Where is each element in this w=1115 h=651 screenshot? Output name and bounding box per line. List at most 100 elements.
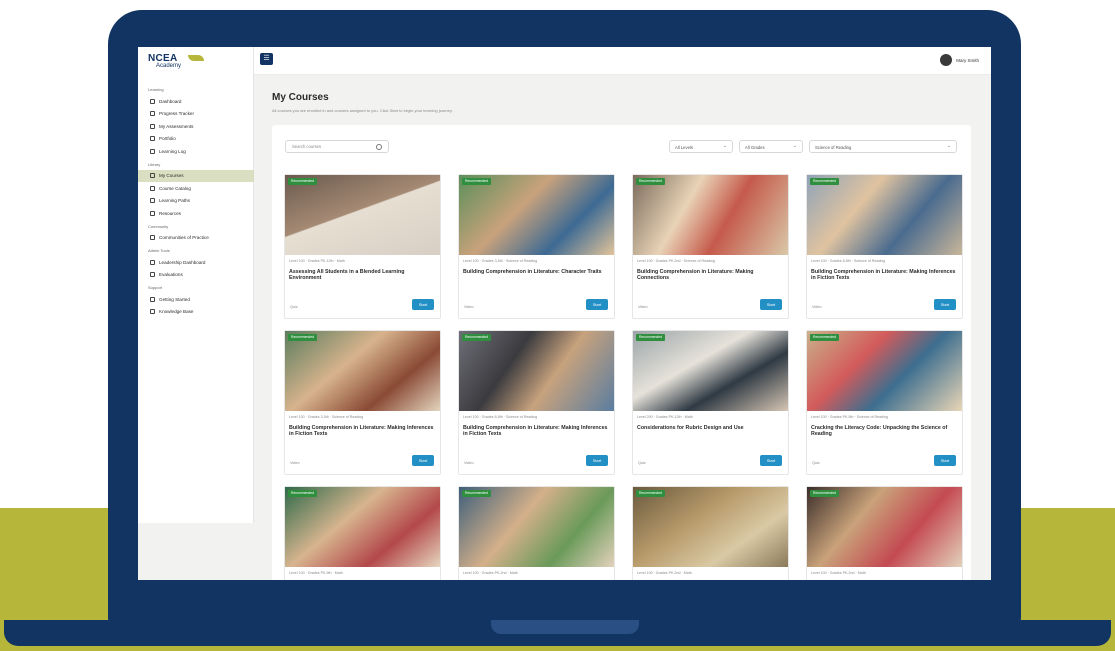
course-type: Video: [464, 461, 474, 465]
course-image: Recommended: [633, 175, 788, 255]
sidebar-item-learning-paths[interactable]: Learning Paths: [138, 195, 254, 208]
nav-item-icon: [150, 210, 155, 216]
sidebar-item-label: Resources: [159, 210, 181, 216]
course-title[interactable]: Building Comprehension in Literature: Ma…: [811, 269, 959, 282]
course-type: Video: [638, 305, 648, 309]
sidebar-item-progress-tracker[interactable]: Progress Tracker: [138, 108, 254, 121]
sidebar-item-my-assessments[interactable]: My Assessments: [138, 120, 254, 133]
courses-panel: Search courses All Levels ⌄ All Grades ⌄…: [272, 125, 971, 580]
sidebar-item-learning-log[interactable]: Learning Log: [138, 145, 254, 158]
nav-item-icon: [150, 111, 155, 117]
course-type: Video: [290, 461, 300, 465]
start-button[interactable]: Start: [412, 299, 434, 310]
sidebar-item-dashboard[interactable]: Dashboard: [138, 95, 254, 108]
sidebar-item-my-courses[interactable]: My Courses: [138, 169, 254, 182]
recommended-badge: Recommended: [288, 178, 317, 185]
course-card[interactable]: Recommended Level 100 · Grades PK-2nd · M…: [806, 486, 963, 580]
sidebar-item-course-catalog[interactable]: Course Catalog: [138, 182, 254, 195]
search-input[interactable]: Search courses: [285, 140, 389, 153]
course-title[interactable]: Assessing All Students in a Blended Lear…: [289, 269, 437, 282]
recommended-badge: Recommended: [288, 490, 317, 497]
sidebar-item-label: Portfolio: [159, 136, 176, 142]
nav-section-label: Support: [148, 285, 163, 290]
course-title[interactable]: Cracking the Literacy Code: Unpacking th…: [811, 425, 959, 438]
recommended-badge: Recommended: [636, 334, 665, 341]
sidebar-item-label: Progress Tracker: [159, 111, 194, 117]
search-placeholder: Search courses: [292, 144, 322, 149]
recommended-badge: Recommended: [636, 490, 665, 497]
nav-item-icon: [150, 235, 155, 241]
nav-section-label: Library: [148, 161, 161, 167]
start-button[interactable]: Start: [760, 299, 782, 310]
course-meta: Level 100 · Grades PK-2nd · Math: [637, 571, 692, 575]
logo-mark-icon: [188, 55, 204, 61]
sidebar-item-label: Learning Paths: [159, 198, 190, 204]
grade-filter[interactable]: All Grades ⌄: [739, 140, 803, 153]
sidebar: NCEA Academy Learning Dashboard Progress T…: [138, 47, 254, 523]
recommended-badge: Recommended: [288, 334, 317, 341]
course-type: Quiz: [290, 305, 298, 309]
course-title[interactable]: Building Comprehension in Literature: Ma…: [463, 425, 611, 438]
menu-toggle-button[interactable]: ☰: [260, 53, 273, 65]
start-button[interactable]: Start: [934, 299, 956, 310]
marketing-scene: NCEA Academy Learning Dashboard Progress T…: [0, 0, 1115, 651]
nav-item-icon: [150, 136, 155, 142]
page-subtitle: All courses you are enrolled in and cour…: [272, 108, 453, 113]
sidebar-item-getting-started[interactable]: Getting Started: [138, 293, 254, 306]
course-card[interactable]: Recommended Level 100 · Grades PK-2nd · M…: [632, 486, 789, 580]
sidebar-item-resources[interactable]: Resources: [138, 207, 254, 220]
course-title[interactable]: Considerations for Rubric Design and Use: [637, 425, 785, 431]
nav-item-icon: [150, 185, 155, 191]
start-button[interactable]: Start: [412, 455, 434, 466]
start-button[interactable]: Start: [586, 455, 608, 466]
user-menu[interactable]: Mary Smith: [940, 54, 979, 66]
course-meta: Level 100 · Grades PK-2nd · Science of R…: [637, 259, 715, 263]
course-meta: Level 100 · Grades PK-5th · Math: [289, 571, 343, 575]
recommended-badge: Recommended: [462, 178, 491, 185]
start-button[interactable]: Start: [934, 455, 956, 466]
logo-sub-text: Academy: [156, 63, 182, 69]
course-title[interactable]: Building Comprehension in Literature: Ma…: [289, 425, 437, 438]
sidebar-item-portfolio[interactable]: Portfolio: [138, 133, 254, 146]
nav-item-icon: [150, 296, 155, 302]
course-meta: Level 100 · Grades PK-2nd · Math: [463, 571, 518, 575]
level-filter[interactable]: All Levels ⌄: [669, 140, 733, 153]
course-card[interactable]: Recommended Level 100 · Grades PK-5th · S…: [806, 330, 963, 475]
course-card[interactable]: Recommended Level 100 · Grades 3-5th · Sc…: [284, 330, 441, 475]
course-card[interactable]: Recommended Level 200 · Grades PK-12th · …: [632, 330, 789, 475]
course-card[interactable]: Recommended Level 100 · Grades PK-5th · M…: [284, 486, 441, 580]
grade-filter-value: All Grades: [745, 144, 765, 150]
sidebar-item-label: My Assessments: [159, 123, 194, 129]
course-card[interactable]: Recommended Level 100 · Grades 6-8th · Sc…: [458, 330, 615, 475]
course-title[interactable]: Building Comprehension in Literature: Ch…: [463, 269, 611, 275]
sidebar-item-label: Course Catalog: [159, 185, 191, 191]
recommended-badge: Recommended: [462, 334, 491, 341]
sidebar-item-leadership-dashboard[interactable]: Leadership Dashboard: [138, 256, 254, 269]
topic-filter[interactable]: Science of Reading ⌄: [809, 140, 957, 153]
sidebar-item-knowledge-base[interactable]: Knowledge Base: [138, 306, 254, 319]
course-card[interactable]: Recommended Level 100 · Grades 3-5th · Sc…: [458, 174, 615, 319]
level-filter-value: All Levels: [675, 144, 693, 150]
start-button[interactable]: Start: [760, 455, 782, 466]
course-type: Quiz: [638, 461, 646, 465]
nav-item-icon: [150, 272, 155, 278]
course-type: Video: [464, 305, 474, 309]
recommended-badge: Recommended: [810, 334, 839, 341]
sidebar-nav: Learning Dashboard Progress Tracker My Asse…: [138, 83, 254, 318]
course-card[interactable]: Recommended Level 100 · Grades PK-12th · …: [284, 174, 441, 319]
course-card[interactable]: Recommended Level 100 · Grades PK-2nd · S…: [632, 174, 789, 319]
course-card[interactable]: Recommended Level 100 · Grades PK-2nd · M…: [458, 486, 615, 580]
sidebar-item-communities-of-practice[interactable]: Communities of Practice: [138, 232, 254, 245]
course-meta: Level 100 · Grades 6-8th · Science of Re…: [811, 259, 886, 263]
start-button[interactable]: Start: [586, 299, 608, 310]
sidebar-item-label: My Courses: [159, 173, 184, 179]
sidebar-item-evaluations[interactable]: Evaluations: [138, 269, 254, 282]
nav-section-label: Learning: [148, 87, 164, 92]
nav-item-icon: [150, 309, 155, 315]
sidebar-item-label: Learning Log: [159, 148, 186, 154]
nav-item-icon: [150, 123, 155, 129]
course-card[interactable]: Recommended Level 100 · Grades 6-8th · Sc…: [806, 174, 963, 319]
sidebar-item-label: Evaluations: [159, 272, 183, 278]
course-title[interactable]: Building Comprehension in Literature: Ma…: [637, 269, 785, 282]
nav-item-icon: [150, 198, 155, 204]
